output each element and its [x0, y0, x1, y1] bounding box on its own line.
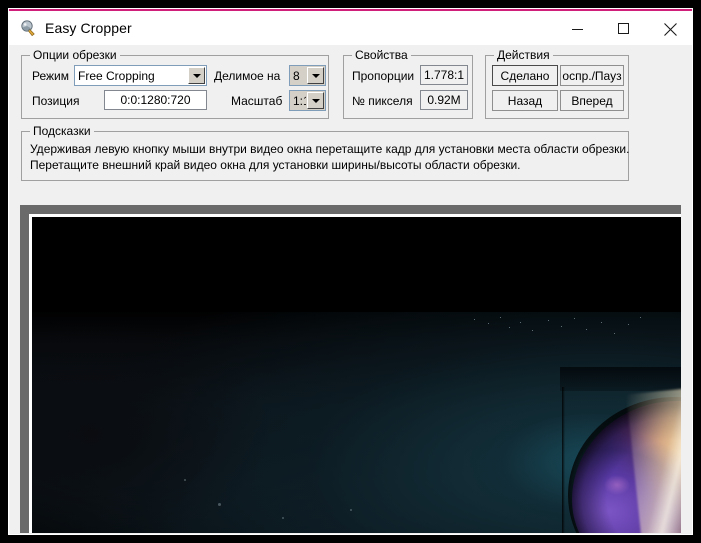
scale-combobox[interactable]: 1:1	[289, 90, 326, 111]
minimize-button[interactable]	[555, 13, 601, 45]
maximize-icon	[618, 23, 629, 34]
minimize-icon	[572, 29, 583, 30]
pixels-value-field: 0.92M	[420, 90, 468, 110]
properties-group: Свойства Пропорции 1.778:1 № пикселя 0.9…	[343, 48, 473, 119]
chevron-down-icon[interactable]	[188, 67, 205, 84]
planet-highlight-spot	[604, 475, 630, 495]
mode-value: Free Cropping	[78, 69, 155, 83]
video-preview-surface[interactable]	[32, 217, 681, 533]
chevron-down-icon[interactable]	[307, 67, 324, 84]
desktop-background: Easy Cropper Опции обрезки Режим Free Cr…	[0, 0, 701, 543]
position-field[interactable]: 0:0:1280:720	[104, 90, 207, 110]
play-pause-button[interactable]: оспр./Пауз	[560, 65, 624, 86]
planet-graphic	[562, 387, 681, 533]
hint-line-1: Удерживая левую кнопку мыши внутри видео…	[30, 142, 630, 156]
app-icon	[20, 20, 37, 37]
back-button[interactable]: Назад	[492, 90, 558, 111]
crop-options-legend: Опции обрезки	[30, 48, 120, 62]
window-title: Easy Cropper	[45, 20, 132, 36]
scale-value: 1:1	[293, 94, 306, 108]
hints-group: Подсказки Удерживая левую кнопку мыши вн…	[21, 124, 630, 181]
close-button[interactable]	[647, 13, 692, 45]
mode-combobox[interactable]: Free Cropping	[74, 65, 207, 86]
pixels-label: № пикселя	[352, 94, 413, 108]
video-frame-border[interactable]	[20, 205, 681, 533]
forward-button[interactable]: Вперед	[560, 90, 624, 111]
letterbox-top	[32, 217, 681, 312]
hints-legend: Подсказки	[30, 124, 94, 138]
video-frame-content	[32, 217, 681, 533]
actions-group: Действия Сделано оспр./Пауз Назад Вперед	[485, 48, 629, 119]
properties-legend: Свойства	[352, 48, 411, 62]
scale-label: Масштаб	[231, 94, 283, 108]
nebula-left-shadow	[32, 313, 332, 533]
actions-legend: Действия	[494, 48, 553, 62]
planet-left-edge	[562, 387, 565, 533]
hint-line-2: Перетащите внешний край видео окна для у…	[30, 158, 521, 172]
application-window: Easy Cropper Опции обрезки Режим Free Cr…	[8, 8, 693, 535]
done-button[interactable]: Сделано	[492, 65, 558, 86]
divisible-combobox[interactable]: 8	[289, 65, 326, 86]
title-bar: Easy Cropper	[9, 11, 692, 45]
mode-label: Режим	[32, 69, 69, 83]
video-inner-gutter	[29, 214, 681, 533]
star-field	[462, 313, 652, 373]
hints-text: Удерживая левую кнопку мыши внутри видео…	[30, 141, 630, 173]
video-panel	[9, 193, 692, 534]
ratio-value-field: 1.778:1	[420, 65, 468, 85]
ratio-label: Пропорции	[352, 69, 415, 83]
maximize-button[interactable]	[601, 13, 647, 45]
position-label: Позиция	[32, 94, 80, 108]
client-area: Опции обрезки Режим Free Cropping Позици…	[9, 45, 692, 534]
divisible-value: 8	[293, 69, 300, 83]
close-icon	[663, 22, 677, 36]
chevron-down-icon[interactable]	[307, 92, 324, 109]
divisible-label: Делимое на	[214, 69, 281, 83]
crop-options-group: Опции обрезки Режим Free Cropping Позици…	[21, 48, 329, 119]
